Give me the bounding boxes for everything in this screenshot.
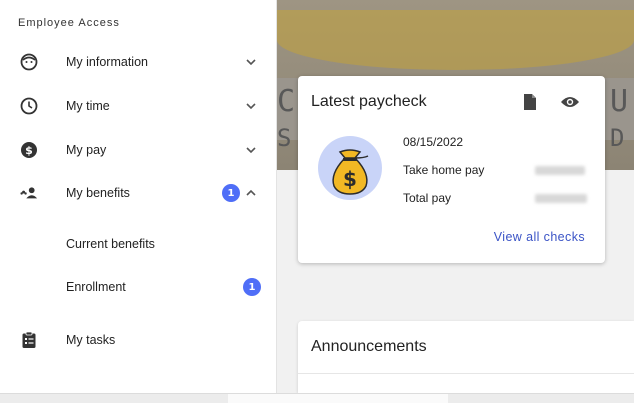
paycheck-card-title: Latest paycheck xyxy=(311,93,427,110)
notification-badge: 1 xyxy=(222,184,240,202)
bottom-bar-segment xyxy=(228,394,448,403)
money-bag-icon: $ xyxy=(318,136,382,200)
sidebar-item-my-benefits[interactable]: My benefits 1 xyxy=(0,173,277,213)
sidebar-item-my-pay[interactable]: $ My pay xyxy=(0,130,277,170)
sidebar-subitem-current-benefits[interactable]: Current benefits xyxy=(0,224,277,264)
hero-sign-glyph: C xyxy=(277,84,298,119)
chevron-up-icon[interactable] xyxy=(244,186,258,200)
take-home-pay-value-redacted xyxy=(535,166,585,175)
clock-icon xyxy=(20,97,38,115)
sidebar-subitem-label: Enrollment xyxy=(66,280,126,294)
total-pay-value-redacted xyxy=(535,194,587,203)
hero-sign-glyph: S xyxy=(277,124,294,152)
chevron-down-icon[interactable] xyxy=(244,143,258,157)
app-root: Employee Access My information My time $… xyxy=(0,0,634,403)
sidebar-item-my-time[interactable]: My time xyxy=(0,86,277,126)
announcements-card: Announcements xyxy=(298,321,634,393)
sidebar: Employee Access My information My time $… xyxy=(0,0,277,393)
svg-text:$: $ xyxy=(343,167,357,191)
sidebar-item-my-information[interactable]: My information xyxy=(0,42,277,82)
bottom-bar xyxy=(0,393,634,403)
sidebar-item-label: My information xyxy=(66,55,148,69)
sidebar-item-label: My time xyxy=(66,99,110,113)
chevron-down-icon[interactable] xyxy=(244,55,258,69)
sidebar-section-title: Employee Access xyxy=(18,17,120,29)
people-icon xyxy=(20,184,38,202)
document-icon[interactable] xyxy=(520,92,540,112)
hero-sign-glyph: D xyxy=(610,124,627,152)
paycheck-card: Latest paycheck $ 08/15/2022 Take home p… xyxy=(298,76,605,263)
svg-text:$: $ xyxy=(25,144,33,157)
face-icon xyxy=(20,53,38,71)
divider xyxy=(298,373,634,374)
pay-date: 08/15/2022 xyxy=(403,135,464,149)
dollar-icon: $ xyxy=(20,141,38,159)
sidebar-subitem-enrollment[interactable]: Enrollment 1 xyxy=(0,267,277,307)
take-home-pay-label: Take home pay xyxy=(403,163,485,177)
total-pay-label: Total pay xyxy=(403,191,452,205)
chevron-down-icon[interactable] xyxy=(244,99,258,113)
clipboard-icon xyxy=(20,331,38,349)
view-all-checks-link[interactable]: View all checks xyxy=(494,230,585,244)
sidebar-item-label: My tasks xyxy=(66,333,116,347)
sidebar-item-my-tasks[interactable]: My tasks xyxy=(0,320,277,360)
hero-logo-shape xyxy=(277,10,634,70)
announcements-title: Announcements xyxy=(311,338,427,355)
eye-icon[interactable] xyxy=(560,92,580,112)
notification-badge: 1 xyxy=(243,278,261,296)
sidebar-subitem-label: Current benefits xyxy=(66,237,155,251)
hero-sign-glyph: U xyxy=(610,84,631,119)
sidebar-item-label: My pay xyxy=(66,143,107,157)
sidebar-item-label: My benefits xyxy=(66,186,130,200)
